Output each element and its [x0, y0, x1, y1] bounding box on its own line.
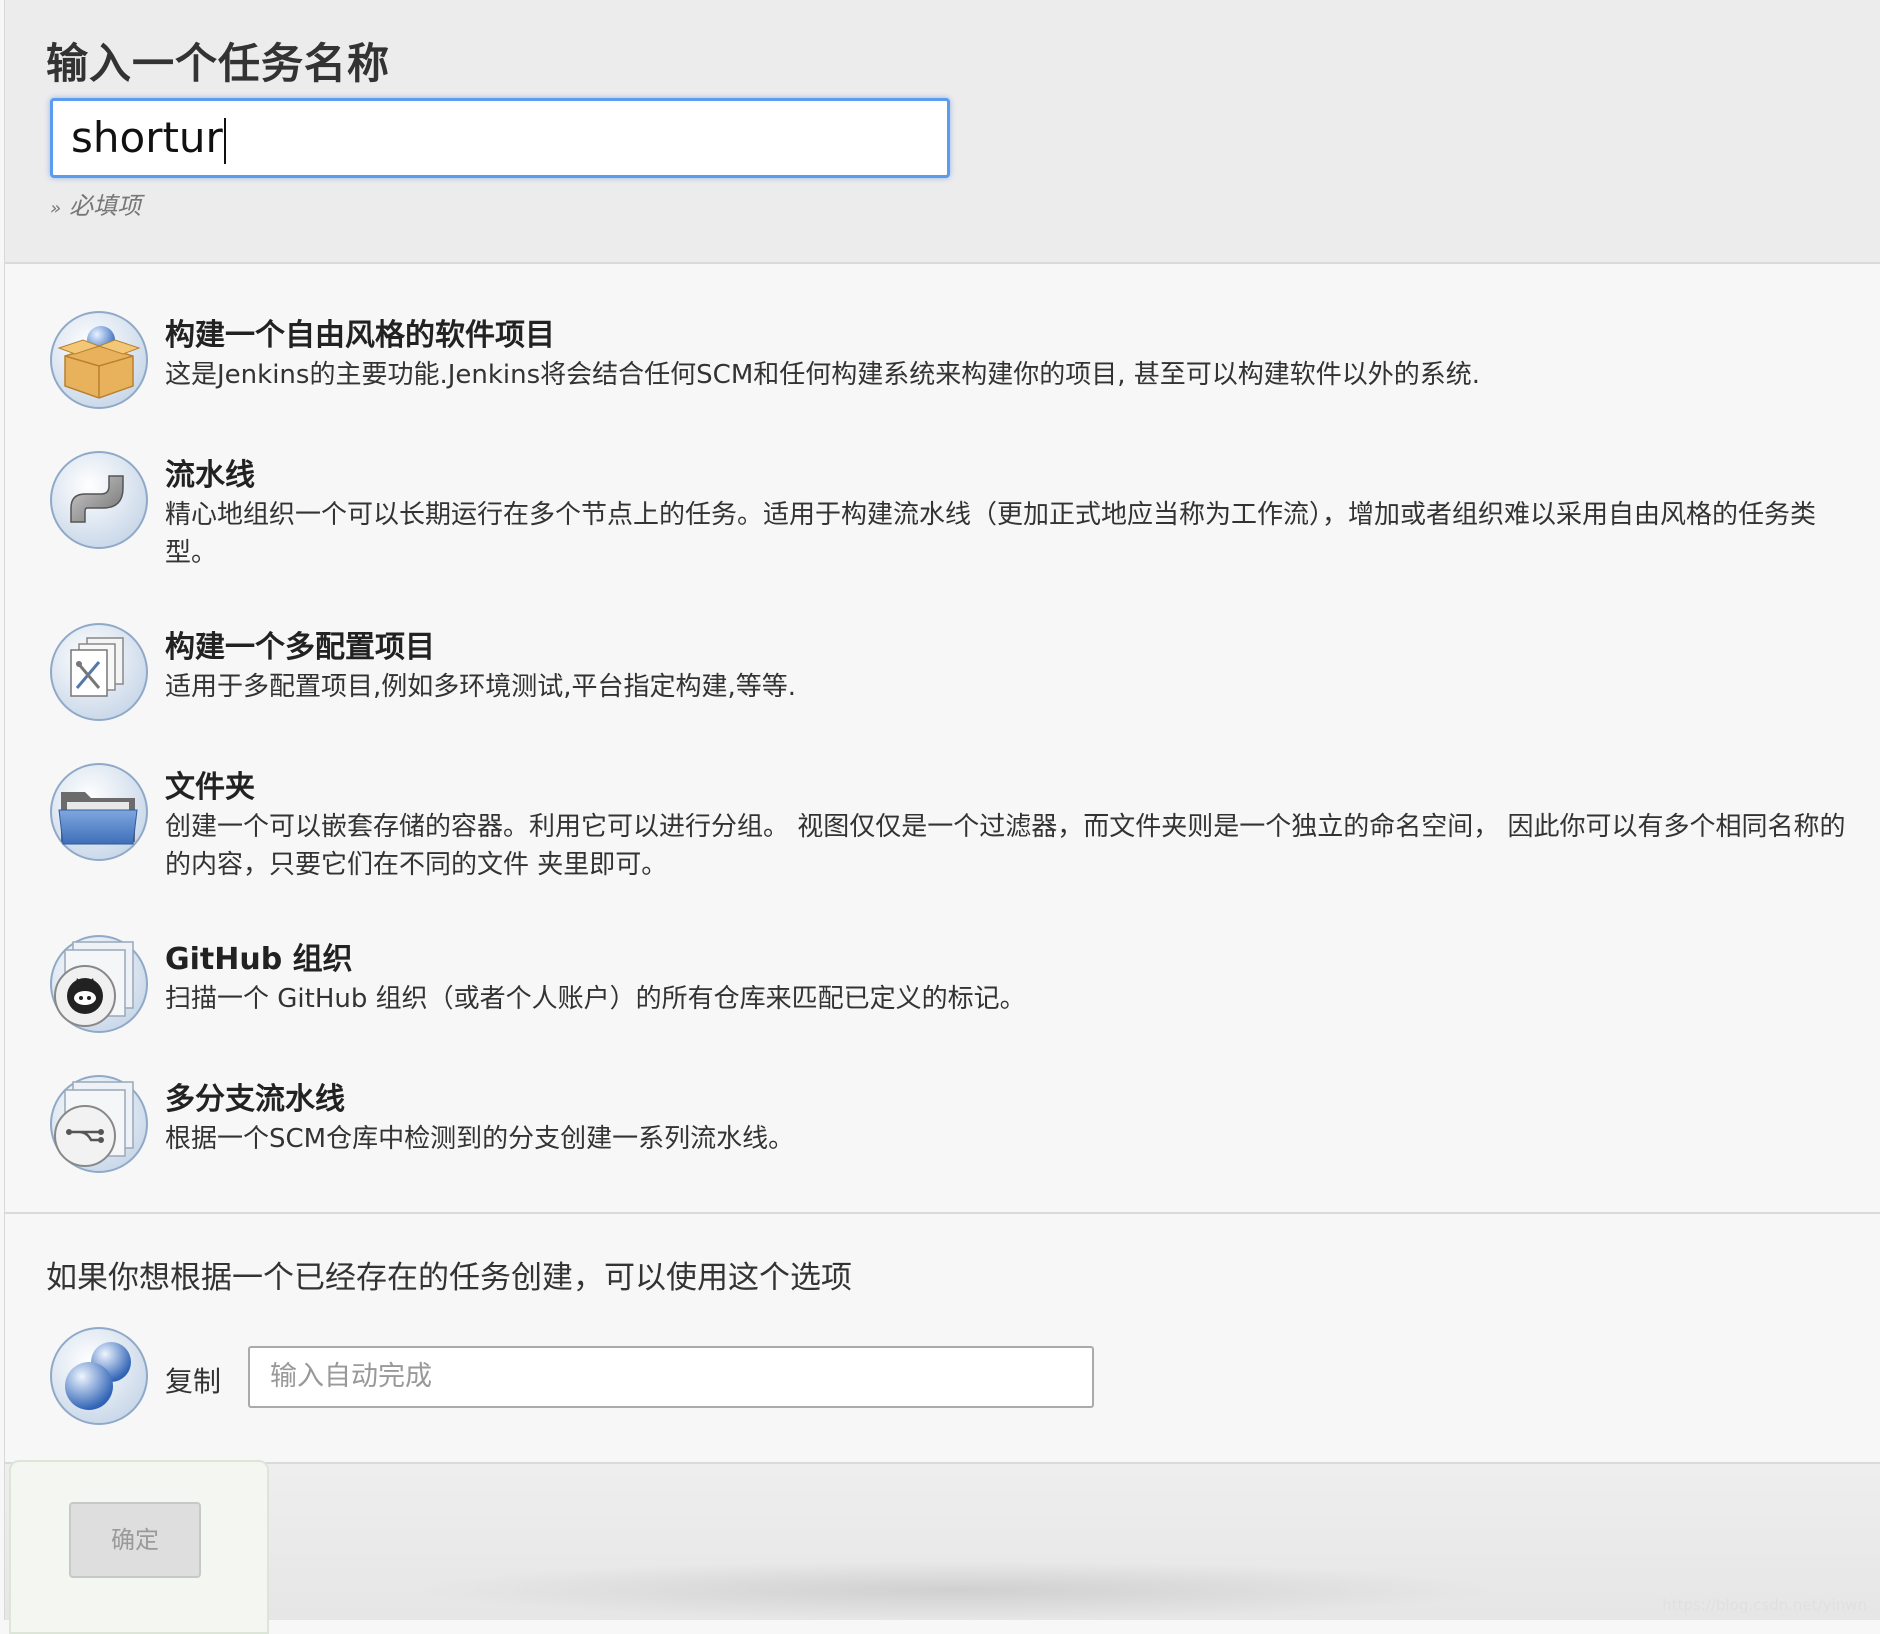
item-description: 创建一个可以嵌套存储的容器。利用它可以进行分组。 视图仅仅是一个过滤器，而文件夹…	[165, 812, 1846, 880]
copy-spheres-icon	[50, 1327, 148, 1425]
item-title: 构建一个自由风格的软件项目	[165, 318, 555, 353]
freestyle-box-icon	[50, 311, 148, 409]
new-item-page: 输入一个任务名称 shortur » 必填项 构建一个自由风格的软件项目 这是Je…	[4, 0, 1880, 1634]
item-title: GitHub 组织	[165, 942, 353, 977]
item-description: 精心地组织一个可以长期运行在多个节点上的任务。适用于构建流水线（更加正式地应当称…	[165, 500, 1817, 568]
footer-shadow	[405, 1560, 1505, 1620]
item-description: 这是Jenkins的主要功能.Jenkins将会结合任何SCM和任何构建系统来构…	[165, 360, 1481, 390]
item-description: 扫描一个 GitHub 组织（或者个人账户）的所有仓库来匹配已定义的标记。	[165, 984, 1026, 1014]
item-description: 根据一个SCM仓库中检测到的分支创建一系列流水线。	[165, 1124, 795, 1154]
item-type-freestyle[interactable]: 构建一个自由风格的软件项目 这是Jenkins的主要功能.Jenkins将会结合…	[5, 300, 1880, 420]
item-description: 适用于多配置项目,例如多环境测试,平台指定构建,等等.	[165, 672, 797, 702]
multibranch-icon	[50, 1075, 148, 1173]
required-note-text: 必填项	[69, 192, 142, 220]
item-type-pipeline[interactable]: 流水线 精心地组织一个可以长期运行在多个节点上的任务。适用于构建流水线（更加正式…	[5, 440, 1880, 580]
item-name-heading: 输入一个任务名称	[46, 39, 391, 88]
copy-from-input[interactable]: 输入自动完成	[248, 1346, 1094, 1408]
item-name-section: 输入一个任务名称 shortur » 必填项	[5, 0, 1880, 264]
required-prefix: »	[50, 198, 62, 219]
watermark: https://blog.csdn.net/yinwn	[1662, 1596, 1867, 1614]
folder-icon	[50, 763, 148, 861]
item-title: 构建一个多配置项目	[165, 630, 435, 665]
ok-button[interactable]: 确定	[69, 1502, 201, 1578]
item-title: 流水线	[165, 458, 255, 493]
item-name-input[interactable]: shortur	[50, 98, 950, 178]
pipe-icon	[50, 451, 148, 549]
item-type-multibranch[interactable]: 多分支流水线 根据一个SCM仓库中检测到的分支创建一系列流水线。	[5, 1064, 1880, 1184]
text-caret	[223, 117, 226, 164]
copy-heading: 如果你想根据一个已经存在的任务创建，可以使用这个选项	[46, 1260, 852, 1296]
item-title: 文件夹	[165, 770, 255, 805]
item-type-multi-config[interactable]: 构建一个多配置项目 适用于多配置项目,例如多环境测试,平台指定构建,等等.	[5, 612, 1880, 732]
multi-config-icon	[50, 623, 148, 721]
item-type-github-org[interactable]: GitHub 组织 扫描一个 GitHub 组织（或者个人账户）的所有仓库来匹配…	[5, 924, 1880, 1044]
item-title: 多分支流水线	[165, 1082, 345, 1117]
required-note: » 必填项	[50, 186, 141, 221]
section-divider	[5, 1212, 1880, 1214]
item-name-value: shortur	[71, 113, 223, 162]
copy-input-placeholder: 输入自动完成	[270, 1361, 432, 1392]
copy-label: 复制	[165, 1365, 222, 1398]
item-type-folder[interactable]: 文件夹 创建一个可以嵌套存储的容器。利用它可以进行分组。 视图仅仅是一个过滤器，…	[5, 752, 1880, 892]
github-org-icon	[50, 935, 148, 1033]
